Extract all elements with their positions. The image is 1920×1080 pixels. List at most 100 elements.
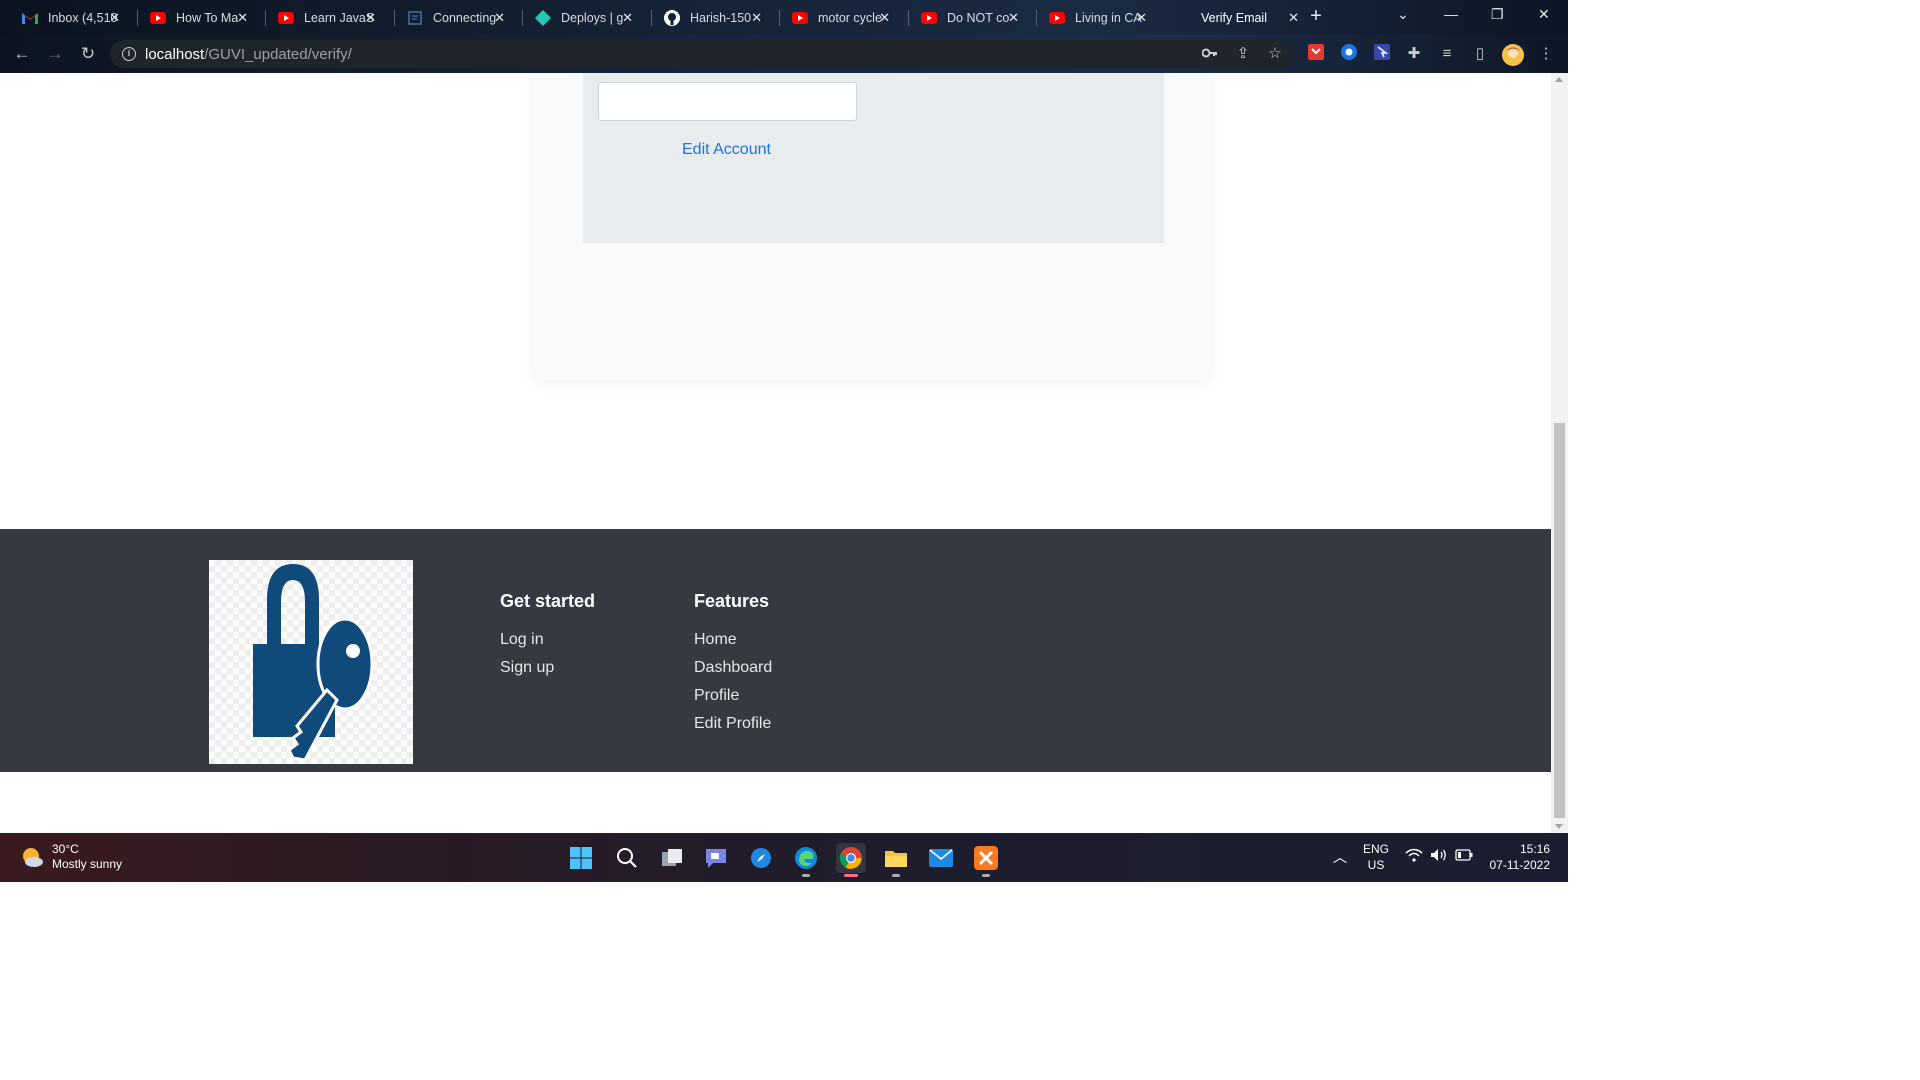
footer: Get started Log in Sign up Features Home… xyxy=(0,529,1551,772)
bookmark-star-icon[interactable]: ☆ xyxy=(1265,44,1285,64)
close-icon[interactable]: ✕ xyxy=(1288,10,1299,26)
xampp-button[interactable] xyxy=(971,843,1001,877)
tab-youtube-2[interactable]: Learn JavaS ✕ xyxy=(260,4,388,31)
share-icon[interactable]: ⇪ xyxy=(1233,44,1253,64)
volume-icon[interactable] xyxy=(1430,848,1448,865)
tab-youtube-5[interactable]: Living in CA ✕ xyxy=(1031,4,1159,31)
xampp-icon xyxy=(974,846,998,870)
show-hidden-icons-icon[interactable]: ︿ xyxy=(1333,847,1347,867)
menu-kebab-icon[interactable]: ⋮ xyxy=(1536,44,1556,64)
tab-youtube-1[interactable]: How To Ma ✕ xyxy=(132,4,260,31)
tab-verify-email[interactable]: Verify Email ✕ xyxy=(1183,4,1311,31)
start-button[interactable] xyxy=(566,843,596,873)
compass-icon xyxy=(751,848,771,868)
url-text: localhost/GUVI_updated/verify/ xyxy=(145,46,352,63)
verify-input[interactable] xyxy=(598,82,857,121)
wifi-icon[interactable] xyxy=(1405,848,1423,865)
address-bar[interactable]: i localhost/GUVI_updated/verify/ xyxy=(110,40,1295,68)
minimize-button[interactable]: — xyxy=(1444,6,1458,22)
footer-link-login[interactable]: Log in xyxy=(500,626,595,654)
chrome-button[interactable] xyxy=(836,843,866,877)
lock-key-icon xyxy=(253,564,374,762)
extension-cursor-icon[interactable] xyxy=(1372,44,1392,64)
footer-link-signup[interactable]: Sign up xyxy=(500,654,595,682)
back-icon[interactable]: ← xyxy=(12,44,32,64)
tab-github[interactable]: Harish-150 ✕ xyxy=(646,4,774,31)
page-scrollbar[interactable] xyxy=(1551,73,1568,833)
task-view-button[interactable] xyxy=(657,843,687,873)
tab-title: Connecting xyxy=(433,10,497,25)
footer-get-started: Get started Log in Sign up xyxy=(500,591,595,682)
reload-icon[interactable]: ↻ xyxy=(78,44,98,64)
tab-title: Living in CA xyxy=(1075,10,1142,25)
close-icon[interactable]: ✕ xyxy=(622,10,633,26)
folder-icon xyxy=(885,851,907,867)
sun-cloud-icon xyxy=(23,848,43,867)
close-icon[interactable]: ✕ xyxy=(1136,10,1147,26)
footer-features: Features Home Dashboard Profile Edit Pro… xyxy=(694,591,772,738)
close-icon[interactable]: ✕ xyxy=(237,10,248,26)
battery-icon[interactable] xyxy=(1455,849,1473,864)
close-icon[interactable]: ✕ xyxy=(494,10,505,26)
tab-youtube-4[interactable]: Do NOT co ✕ xyxy=(903,4,1031,31)
footer-link-home[interactable]: Home xyxy=(694,626,772,654)
close-icon[interactable]: ✕ xyxy=(1008,10,1019,26)
weather-temp: 30°C xyxy=(52,842,79,856)
tab-connecting[interactable]: Connecting ✕ xyxy=(389,4,517,31)
extension-blue-icon[interactable] xyxy=(1339,44,1359,64)
profile-avatar[interactable] xyxy=(1502,44,1524,66)
close-icon[interactable]: ✕ xyxy=(365,10,376,26)
teams-chat-button[interactable] xyxy=(701,843,731,873)
youtube-icon xyxy=(792,10,808,26)
close-window-button[interactable]: ✕ xyxy=(1538,6,1550,23)
tab-title: Do NOT co xyxy=(947,10,1010,25)
reading-list-icon[interactable]: ≡ xyxy=(1437,44,1457,64)
edit-account-link[interactable]: Edit Account xyxy=(682,141,771,159)
weather-desc: Mostly sunny xyxy=(52,857,123,871)
tab-title: Verify Email xyxy=(1201,10,1267,25)
tab-search-icon[interactable]: ⌄ xyxy=(1397,6,1409,23)
youtube-icon xyxy=(150,10,166,26)
scroll-up-icon[interactable] xyxy=(1555,77,1563,82)
youtube-icon xyxy=(921,10,937,26)
extensions-puzzle-icon[interactable]: ✚ xyxy=(1404,44,1424,64)
input-language[interactable]: ENG US xyxy=(1362,841,1390,873)
search-icon xyxy=(617,848,637,868)
safari-like-button[interactable] xyxy=(746,843,776,873)
footer-link-profile[interactable]: Profile xyxy=(694,682,772,710)
scroll-down-icon[interactable] xyxy=(1555,824,1563,829)
new-tab-button[interactable]: + xyxy=(1305,6,1327,28)
tab-gmail[interactable]: Inbox (4,510 ✕ xyxy=(4,4,132,31)
chat-icon xyxy=(706,849,726,868)
page-viewport: Edit Account Get started Log in Sign up … xyxy=(0,73,1551,833)
chrome-icon xyxy=(839,847,862,869)
close-icon[interactable]: ✕ xyxy=(879,10,890,26)
system-clock[interactable]: 15:16 07-11-2022 xyxy=(1488,841,1551,873)
tab-youtube-3[interactable]: motor cycle ✕ xyxy=(774,4,902,31)
weather-widget[interactable]: 30°C Mostly sunny xyxy=(20,842,122,872)
edge-button[interactable] xyxy=(791,843,821,877)
footer-link-edit-profile[interactable]: Edit Profile xyxy=(694,710,772,738)
side-panel-icon[interactable]: ▯ xyxy=(1470,44,1490,64)
close-icon[interactable]: ✕ xyxy=(109,10,120,26)
youtube-icon xyxy=(278,10,294,26)
tab-title: Deploys | g xyxy=(561,10,624,25)
tab-netlify[interactable]: Deploys | g ✕ xyxy=(517,4,645,31)
file-explorer-button[interactable] xyxy=(881,843,911,877)
mail-button[interactable] xyxy=(926,843,956,873)
forward-icon[interactable]: → xyxy=(45,44,65,64)
netlify-icon xyxy=(535,9,551,26)
windows-taskbar: 30°C Mostly sunny ︿ ENG US 15:16 07-11-2… xyxy=(0,833,1568,882)
restore-button[interactable]: ❐ xyxy=(1491,6,1504,23)
extension-red-icon[interactable] xyxy=(1306,44,1326,64)
site-logo xyxy=(209,560,413,764)
info-icon[interactable]: i xyxy=(122,47,136,61)
youtube-icon xyxy=(1049,10,1065,26)
windows-icon xyxy=(570,847,592,869)
key-icon[interactable] xyxy=(1200,44,1220,64)
search-button[interactable] xyxy=(612,843,642,873)
close-icon[interactable]: ✕ xyxy=(751,10,762,26)
browser-toolbar: ← → ↻ i localhost/GUVI_updated/verify/ ⇪… xyxy=(0,35,1568,73)
scrollbar-thumb[interactable] xyxy=(1554,423,1565,818)
footer-link-dashboard[interactable]: Dashboard xyxy=(694,654,772,682)
